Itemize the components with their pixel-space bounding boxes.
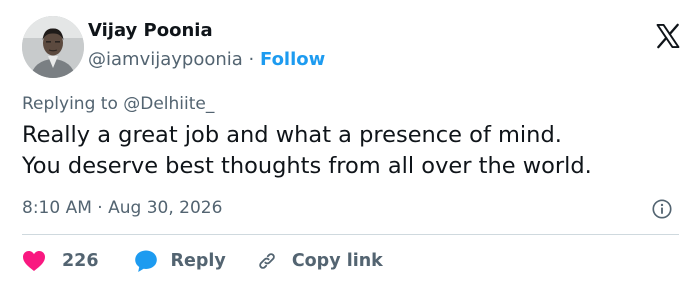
- action-bar: 226 Reply Copy link: [22, 248, 383, 274]
- replying-to-label[interactable]: Replying to @Delhiite_: [22, 94, 214, 114]
- follow-button[interactable]: Follow: [260, 49, 325, 70]
- handle-separator: ·: [248, 49, 255, 70]
- author-name[interactable]: Vijay Poonia: [88, 20, 213, 41]
- tweet-text-line: Really a great job and what a presence o…: [22, 122, 562, 148]
- tweet-header: Vijay Poonia @iamvijaypoonia · Follow: [22, 16, 682, 78]
- avatar-photo-icon: [22, 16, 84, 78]
- copy-link-button[interactable]: Copy link: [256, 250, 383, 272]
- tweet-text: Really a great job and what a presence o…: [22, 120, 682, 182]
- info-icon[interactable]: [651, 198, 673, 220]
- reply-label: Reply: [170, 251, 226, 271]
- author-handle[interactable]: @iamvijaypoonia: [88, 49, 243, 70]
- like-count: 226: [62, 251, 99, 271]
- copy-link-label: Copy link: [291, 251, 383, 271]
- heart-icon: [23, 251, 45, 271]
- link-icon: [259, 253, 275, 269]
- avatar[interactable]: [22, 16, 84, 78]
- tweet-date: Aug 30, 2026: [108, 198, 223, 218]
- divider: [22, 234, 679, 235]
- tweet-time: 8:10 AM: [22, 198, 92, 218]
- x-logo-icon[interactable]: [654, 22, 682, 50]
- like-button[interactable]: 226: [22, 250, 99, 272]
- tweet-timestamp[interactable]: 8:10 AM · Aug 30, 2026: [22, 198, 222, 218]
- reply-button[interactable]: Reply: [134, 249, 226, 273]
- tweet-card: Vijay Poonia @iamvijaypoonia · Follow Re…: [0, 0, 700, 287]
- speech-bubble-icon: [134, 250, 157, 272]
- timestamp-separator: ·: [97, 198, 103, 218]
- author-handle-row: @iamvijaypoonia · Follow: [88, 49, 325, 70]
- tweet-text-line: You deserve best thoughts from all over …: [22, 153, 592, 179]
